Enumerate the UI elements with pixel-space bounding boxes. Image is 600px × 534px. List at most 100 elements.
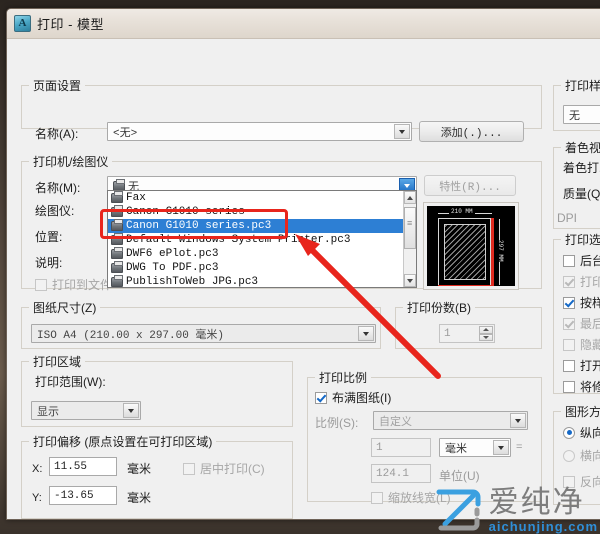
plot-area-legend: 打印区域 xyxy=(29,353,86,370)
plot-to-file-label: 打印到文件 xyxy=(52,278,113,292)
offset-y-input[interactable]: -13.65 xyxy=(49,486,117,505)
plot-with-styles-checkbox[interactable]: 按样式打印 xyxy=(563,294,600,311)
chevron-down-icon[interactable] xyxy=(510,413,526,428)
list-item-label: Canon G1010 series.pc3 xyxy=(126,220,272,232)
window-title: 打印 - 模型 xyxy=(37,17,105,32)
scale-value: 自定义 xyxy=(379,416,412,429)
orientation-portrait-radio[interactable]: 纵向 xyxy=(563,424,600,441)
list-item[interactable]: DWG To PDF.pc3 xyxy=(108,261,416,275)
stepper-up-icon[interactable] xyxy=(479,326,493,334)
printer-properties-button[interactable]: 特性(R)... xyxy=(424,175,516,196)
list-item[interactable]: Fax xyxy=(108,191,416,205)
scale-numerator-value: 1 xyxy=(376,441,383,454)
title-bar: A 打印 - 模型 xyxy=(7,9,600,39)
scrollbar-thumb[interactable] xyxy=(404,207,416,249)
plot-to-file-checkbox[interactable]: 打印到文件 xyxy=(35,276,112,293)
plotter-icon xyxy=(113,178,125,191)
plotter-icon xyxy=(111,233,123,245)
fit-to-paper-label: 布满图纸(I) xyxy=(332,391,392,405)
quality-label: 质量(Q) xyxy=(563,187,600,201)
plot-range-value: 显示 xyxy=(37,406,59,419)
scale-equals-sign: = xyxy=(516,441,523,453)
chevron-down-icon[interactable] xyxy=(493,440,509,455)
list-item[interactable]: Canon G1010 series xyxy=(108,205,416,219)
preview-canvas: 210 MM 297 MM xyxy=(427,206,515,286)
page-setup-name-combo[interactable]: <无> xyxy=(107,122,412,141)
copies-stepper[interactable] xyxy=(479,326,493,341)
orientation-landscape-label: 横向 xyxy=(580,449,600,463)
plot-offset-legend: 打印偏移 (原点设置在可打印区域) xyxy=(29,433,217,450)
checkbox-box xyxy=(563,338,575,351)
plot-style-value: 无 xyxy=(569,110,580,123)
plot-stamp-checkbox[interactable]: 打开打印戳记 xyxy=(563,357,600,374)
list-item-selected[interactable]: Canon G1010 series.pc3 xyxy=(108,219,416,233)
plotter-icon xyxy=(111,261,123,273)
checkbox-box xyxy=(563,317,575,330)
dialog-body: 页面设置 名称(A): <无> 添加(.)... 打印机/绘图仪 名称(M): … xyxy=(7,39,600,519)
orientation-landscape-radio[interactable]: 横向 xyxy=(563,447,600,464)
plotter-icon xyxy=(111,219,123,231)
list-item[interactable]: PublishToWeb JPG.pc3 xyxy=(108,275,416,288)
save-changes-label: 将修改保存到布局 xyxy=(580,380,600,394)
plot-stamp-label: 打开打印戳记 xyxy=(580,359,600,373)
offset-x-input[interactable]: 11.55 xyxy=(49,457,117,476)
copies-input[interactable]: 1 xyxy=(439,324,495,343)
orientation-legend: 图形方向 xyxy=(561,403,600,420)
background-plot-label: 后台打印 xyxy=(580,254,600,268)
hide-paperspace-checkbox[interactable]: 隐藏图纸空间对象 xyxy=(563,336,600,353)
list-item[interactable]: DWF6 ePlot.pc3 xyxy=(108,247,416,261)
watermark-domain: aichunjing.com xyxy=(488,519,598,534)
plot-paperspace-last-checkbox[interactable]: 最后打印图纸空间 xyxy=(563,315,600,332)
preview-printable-area xyxy=(444,224,486,280)
chevron-down-icon[interactable] xyxy=(394,124,410,139)
add-page-setup-button[interactable]: 添加(.)... xyxy=(419,121,524,142)
paper-size-combo[interactable]: ISO A4 (210.00 x 297.00 毫米) xyxy=(31,324,376,343)
page-setup-legend: 页面设置 xyxy=(29,77,86,94)
autocad-icon: A xyxy=(14,15,31,32)
background-plot-checkbox[interactable]: 后台打印 xyxy=(563,252,600,269)
page-setup-name-value: <无> xyxy=(113,127,138,140)
plotter-icon xyxy=(111,247,123,259)
preview-height-label: 297 MM xyxy=(496,240,505,262)
printer-name-label: 名称(M): xyxy=(35,181,81,195)
scale-denominator-value: 124.1 xyxy=(376,467,410,480)
offset-y-label: Y: xyxy=(32,492,42,504)
plot-lineweights-checkbox[interactable]: 打印对象线宽 xyxy=(563,273,600,290)
checkbox-box xyxy=(563,380,575,393)
scale-label: 比例(S): xyxy=(315,416,359,430)
list-item-label: PublishToWeb JPG.pc3 xyxy=(126,276,259,288)
fit-to-paper-checkbox[interactable]: 布满图纸(I) xyxy=(315,389,391,406)
save-changes-checkbox[interactable]: 将修改保存到布局 xyxy=(563,378,600,395)
shade-plot-label: 着色打印 xyxy=(563,161,600,175)
center-plot-checkbox[interactable]: 居中打印(C) xyxy=(183,460,265,477)
list-item-label: DWG To PDF.pc3 xyxy=(126,262,219,274)
plot-range-combo[interactable]: 显示 xyxy=(31,401,141,420)
scroll-down-icon[interactable] xyxy=(404,274,416,287)
chevron-down-icon[interactable] xyxy=(123,403,139,418)
checkbox-box xyxy=(563,359,575,372)
plot-paperspace-last-label: 最后打印图纸空间 xyxy=(580,317,600,331)
preview-red-edge-horizontal xyxy=(438,285,494,286)
plotter-icon xyxy=(111,275,123,287)
chevron-down-icon[interactable] xyxy=(358,326,374,341)
scale-combo[interactable]: 自定义 xyxy=(373,411,528,430)
printer-dropdown-list[interactable]: Fax Canon G1010 series Canon G1010 serie… xyxy=(107,190,417,288)
plot-with-styles-label: 按样式打印 xyxy=(580,296,600,310)
aichunjing-logo-icon xyxy=(433,484,483,534)
scale-denominator-input[interactable]: 124.1 xyxy=(371,464,431,483)
plot-style-legend: 打印样式表 xyxy=(561,77,600,94)
copies-value: 1 xyxy=(444,327,451,340)
offset-y-value: -13.65 xyxy=(54,489,94,502)
plot-style-combo[interactable]: 无 xyxy=(563,105,600,124)
stepper-down-icon[interactable] xyxy=(479,333,493,341)
scroll-up-icon[interactable] xyxy=(404,191,416,204)
checkbox-box xyxy=(563,275,575,288)
paper-size-value: ISO A4 (210.00 x 297.00 毫米) xyxy=(37,329,225,342)
scale-unit-combo[interactable]: 毫米 xyxy=(439,438,511,457)
scale-numerator-input[interactable]: 1 xyxy=(371,438,431,457)
list-item[interactable]: Default Windows System Printer.pc3 xyxy=(108,233,416,247)
radio-dot xyxy=(563,449,575,462)
paper-preview-thumbnail: 210 MM 297 MM xyxy=(423,202,519,290)
preview-width-label: 210 MM xyxy=(449,208,475,215)
dropdown-scrollbar[interactable] xyxy=(403,191,416,287)
